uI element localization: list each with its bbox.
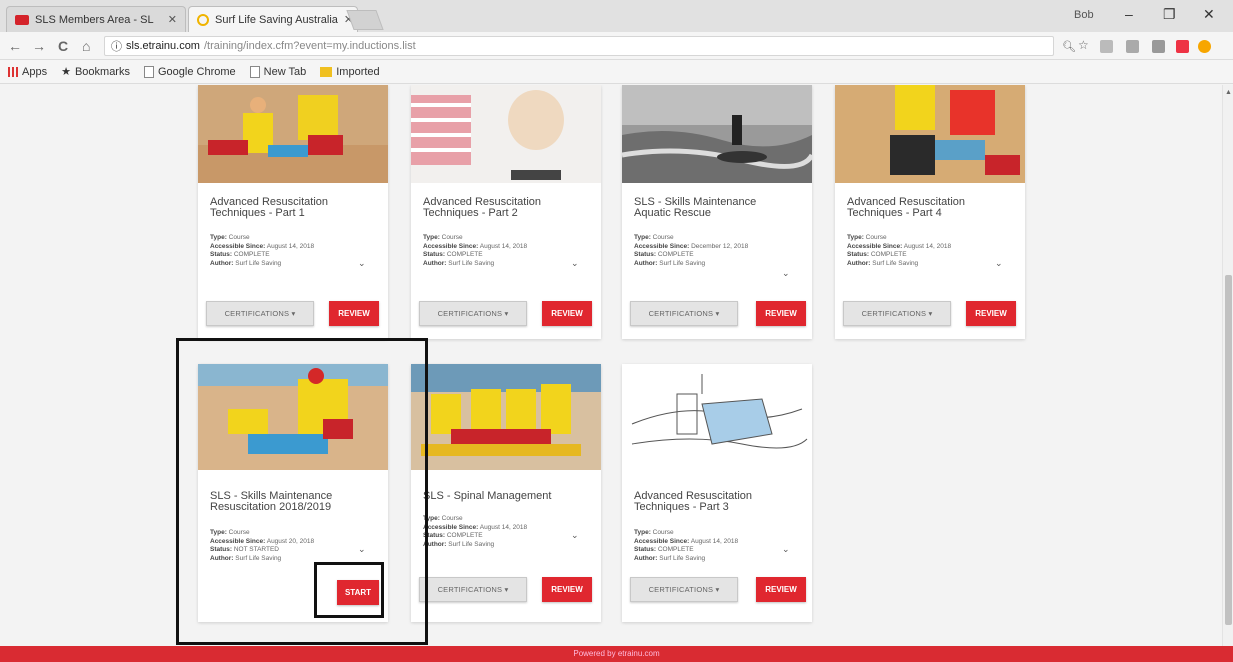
star-icon: ★: [61, 66, 71, 78]
course-meta: Type: Course Accessible Since: August 14…: [423, 515, 528, 548]
bookmark-google-chrome[interactable]: Google Chrome: [143, 65, 236, 78]
url-host: sls.etrainu.com: [126, 40, 200, 52]
review-button[interactable]: REVIEW: [756, 577, 806, 602]
tab-title: Surf Life Saving Australia: [215, 13, 338, 26]
footer: Powered by etrainu.com: [0, 646, 1233, 662]
expand-chevron-icon[interactable]: ⌄: [571, 258, 579, 269]
new-tab-button[interactable]: [346, 10, 384, 30]
bookmark-bookmarks[interactable]: ★ Bookmarks: [61, 65, 130, 79]
review-button[interactable]: REVIEW: [542, 301, 592, 326]
zoom-icon[interactable]: 🔍︎: [1062, 40, 1076, 53]
course-title[interactable]: Advanced Resuscitation Techniques - Part…: [634, 491, 794, 513]
course-meta: Type: Course Accessible Since: December …: [634, 234, 749, 267]
review-button[interactable]: REVIEW: [542, 577, 592, 602]
certifications-button[interactable]: CERTIFICATIONS ▾: [419, 301, 527, 326]
page-icon: [143, 65, 154, 78]
back-icon[interactable]: ←: [8, 38, 22, 54]
loading-favicon-icon: [197, 13, 209, 26]
review-button[interactable]: REVIEW: [329, 301, 379, 326]
scroll-up-icon[interactable]: ▲: [1225, 89, 1232, 96]
review-button[interactable]: REVIEW: [756, 301, 806, 326]
course-card: Advanced Resuscitation Techniques - Part…: [411, 85, 601, 339]
course-card: SLS - Skills Maintenance Aquatic Rescue …: [622, 85, 812, 339]
certifications-button[interactable]: CERTIFICATIONS ▾: [843, 301, 951, 326]
course-thumbnail: [411, 85, 601, 183]
info-icon[interactable]: ⓘ: [111, 38, 122, 54]
course-thumbnail: [198, 85, 388, 183]
bookmark-imported[interactable]: Imported: [320, 66, 380, 78]
certifications-button[interactable]: CERTIFICATIONS ▾: [419, 577, 527, 602]
expand-chevron-icon[interactable]: ⌄: [782, 268, 790, 279]
close-window-icon[interactable]: ✕: [1203, 6, 1215, 23]
reload-icon[interactable]: C: [58, 38, 68, 54]
tab-title: SLS Members Area - SL: [35, 13, 154, 26]
bookmark-new-tab[interactable]: New Tab: [249, 65, 306, 78]
course-meta: Type: Course Accessible Since: August 14…: [634, 529, 739, 562]
course-meta: Type: Course Accessible Since: August 14…: [423, 234, 528, 267]
course-title[interactable]: Advanced Resuscitation Techniques - Part…: [423, 197, 583, 219]
expand-chevron-icon[interactable]: ⌄: [782, 544, 790, 555]
expand-chevron-icon[interactable]: ⌄: [358, 258, 366, 269]
scroll-thumb[interactable]: [1225, 275, 1232, 625]
folder-icon: [320, 66, 333, 77]
extension-icon[interactable]: [1198, 40, 1211, 53]
course-card: Advanced Resuscitation Techniques - Part…: [835, 85, 1025, 339]
url-path: /training/index.cfm?event=my.inductions.…: [203, 40, 416, 52]
vertical-scrollbar[interactable]: ▲: [1222, 85, 1233, 646]
course-card: Advanced Resuscitation Techniques - Part…: [198, 85, 388, 339]
maximize-icon[interactable]: ❐: [1163, 6, 1176, 23]
course-title[interactable]: Advanced Resuscitation Techniques - Part…: [847, 197, 1007, 219]
bookmark-apps[interactable]: Apps: [8, 66, 47, 78]
extension-icon[interactable]: [1152, 40, 1165, 53]
extension-icon[interactable]: [1176, 40, 1189, 53]
apps-icon: [8, 66, 18, 77]
course-thumbnail: [622, 85, 812, 183]
page-icon: [249, 65, 260, 78]
course-thumbnail: [835, 85, 1025, 183]
url-input[interactable]: ⓘ sls.etrainu.com/training/index.cfm?eve…: [104, 36, 1054, 56]
browser-tab-members[interactable]: SLS Members Area - SL ✕: [6, 6, 186, 32]
certifications-button[interactable]: CERTIFICATIONS ▾: [630, 301, 738, 326]
bookmarks-bar: Apps ★ Bookmarks Google Chrome New Tab Im…: [0, 60, 1233, 84]
page-content: Advanced Resuscitation Techniques - Part…: [0, 85, 1222, 646]
course-title[interactable]: SLS - Spinal Management: [423, 491, 583, 502]
close-tab-icon[interactable]: ✕: [168, 13, 177, 26]
course-meta: Type: Course Accessible Since: August 14…: [847, 234, 952, 267]
course-title[interactable]: SLS - Skills Maintenance Aquatic Rescue: [634, 197, 794, 219]
extension-icon[interactable]: [1100, 40, 1113, 53]
extension-icon[interactable]: [1126, 40, 1139, 53]
course-title[interactable]: Advanced Resuscitation Techniques - Part…: [210, 197, 370, 219]
home-icon[interactable]: ⌂: [82, 38, 90, 54]
certifications-button[interactable]: CERTIFICATIONS ▾: [206, 301, 314, 326]
expand-chevron-icon[interactable]: ⌄: [995, 258, 1003, 269]
forward-icon[interactable]: →: [32, 38, 46, 54]
review-button[interactable]: REVIEW: [966, 301, 1016, 326]
browser-tab-surf-life-saving[interactable]: Surf Life Saving Australia ✕: [188, 6, 358, 32]
certifications-button[interactable]: CERTIFICATIONS ▾: [630, 577, 738, 602]
sls-favicon-icon: [15, 14, 29, 25]
browser-tab-bar: SLS Members Area - SL ✕ Surf Life Saving…: [0, 0, 1233, 32]
expand-chevron-icon[interactable]: ⌄: [571, 530, 579, 541]
address-bar-row: ← → C ⌂ ⓘ sls.etrainu.com/training/index…: [0, 32, 1233, 60]
minimize-icon[interactable]: –: [1125, 6, 1133, 22]
course-meta: Type: Course Accessible Since: August 14…: [210, 234, 315, 267]
course-card: SLS - Spinal Management Type: Course Acc…: [411, 364, 601, 622]
bookmark-star-icon[interactable]: ☆: [1078, 38, 1089, 52]
course-thumbnail: [411, 364, 601, 470]
highlight-box: [314, 562, 384, 618]
course-card: Advanced Resuscitation Techniques - Part…: [622, 364, 812, 622]
course-thumbnail: [622, 364, 812, 470]
profile-button[interactable]: Bob: [1074, 9, 1094, 21]
highlight-box: [176, 338, 428, 645]
